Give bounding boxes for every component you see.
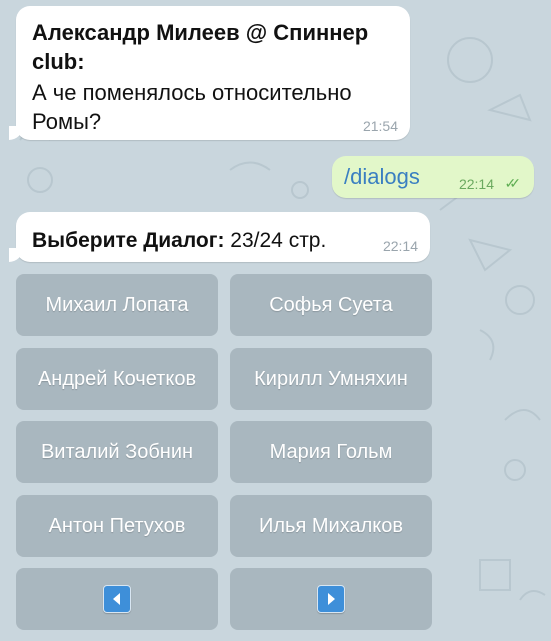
dialog-button[interactable]: Софья Суета: [230, 274, 432, 336]
dialog-button[interactable]: Кирилл Умняхин: [230, 348, 432, 410]
left-arrow-icon: [103, 585, 131, 613]
page-indicator: 23/24 стр.: [224, 229, 327, 252]
incoming-message: Александр Милеев @ Спиннер club: А че по…: [9, 6, 410, 140]
right-arrow-icon: [317, 585, 345, 613]
next-page-button[interactable]: [230, 568, 432, 630]
message-text: Выберите Диалог: 23/24 стр.: [32, 226, 326, 255]
incoming-message: Выберите Диалог: 23/24 стр. 22:14: [9, 212, 430, 262]
dialog-button[interactable]: Антон Петухов: [16, 495, 218, 557]
dialog-button[interactable]: Виталий Зобнин: [16, 421, 218, 483]
dialog-button[interactable]: Мария Гольм: [230, 421, 432, 483]
sender-name: Александр Милеев @ Спиннер club:: [32, 20, 369, 74]
dialog-button[interactable]: Илья Михалков: [230, 495, 432, 557]
prompt-label: Выберите Диалог:: [32, 229, 225, 252]
message-text: /dialogs: [344, 164, 420, 189]
dialog-button[interactable]: Михаил Лопата: [16, 274, 218, 336]
outgoing-message: /dialogs 22:14 ✓✓: [332, 156, 534, 198]
prev-page-button[interactable]: [16, 568, 218, 630]
dialog-button[interactable]: Андрей Кочетков: [16, 348, 218, 410]
message-text: А че поменялось относительно Ромы?: [32, 80, 352, 134]
double-check-icon: ✓✓: [504, 175, 522, 191]
message-time: 21:54: [362, 118, 398, 134]
message-time: 22:14: [382, 238, 418, 254]
message-time: 22:14: [458, 176, 494, 192]
